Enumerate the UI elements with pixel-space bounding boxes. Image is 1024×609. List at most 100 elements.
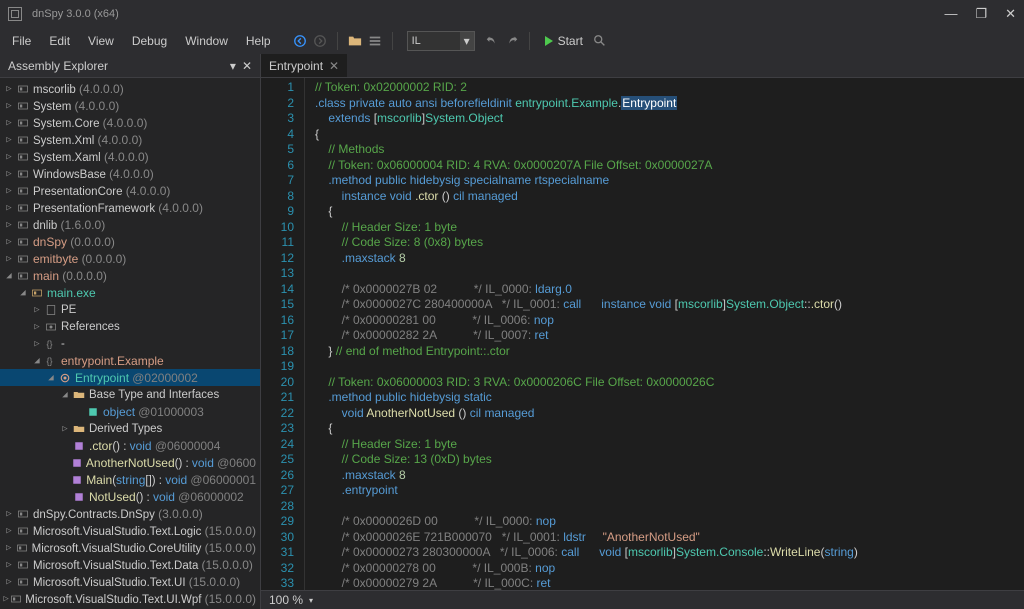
panel-dropdown-button[interactable]: ▾ (230, 59, 236, 73)
search-button[interactable] (591, 32, 609, 50)
tree-row[interactable]: ▷{}- (0, 335, 260, 352)
tree-expander[interactable]: ▷ (2, 577, 16, 587)
tree-label: Entrypoint @02000002 (75, 371, 198, 385)
tree-expander[interactable]: ▷ (2, 220, 16, 230)
tree-row[interactable]: .ctor() : void @06000004 (0, 437, 260, 454)
zoom-dropdown[interactable]: ▾ (309, 596, 313, 605)
tree-expander[interactable]: ▷ (2, 186, 16, 196)
tree-expander[interactable]: ▷ (58, 424, 72, 434)
editor-tab[interactable]: Entrypoint ✕ (261, 54, 348, 77)
tree-expander[interactable]: ▷ (30, 339, 44, 349)
tree-row[interactable]: ▷dnlib (1.6.0.0) (0, 216, 260, 233)
tree-row[interactable]: Main(string[]) : void @06000001 (0, 471, 260, 488)
tree-expander[interactable]: ▷ (2, 203, 16, 213)
tree-expander[interactable]: ▷ (2, 237, 16, 247)
tree-expander[interactable]: ▷ (2, 254, 16, 264)
tab-label: Entrypoint (269, 59, 323, 73)
tree-expander[interactable]: ◢ (2, 271, 16, 281)
asm-icon (16, 167, 30, 181)
asm-icon (16, 150, 30, 164)
tree-row[interactable]: ▷Microsoft.VisualStudio.Text.UI (15.0.0.… (0, 573, 260, 590)
language-combo[interactable]: ▾ (407, 31, 475, 51)
tree-label: PresentationCore (4.0.0.0) (33, 184, 170, 198)
tree-expander[interactable]: ▷ (2, 526, 16, 536)
tree-row[interactable]: ▷System.Xaml (4.0.0.0) (0, 148, 260, 165)
tree-expander[interactable]: ◢ (30, 356, 44, 366)
tree-label: - (61, 338, 65, 350)
titlebar: dnSpy 3.0.0 (x64) — ❐ ✕ (0, 0, 1024, 28)
menu-view[interactable]: View (80, 30, 122, 52)
tree-row[interactable]: ◢{}entrypoint.Example (0, 352, 260, 369)
language-input[interactable] (408, 32, 460, 50)
tree-row[interactable]: ▷References (0, 318, 260, 335)
tree-expander[interactable]: ▷ (30, 305, 44, 315)
menu-edit[interactable]: Edit (41, 30, 78, 52)
tree-row[interactable]: ▷Microsoft.VisualStudio.Text.Logic (15.0… (0, 522, 260, 539)
start-button[interactable]: Start (538, 32, 589, 50)
tree-expander[interactable]: ◢ (44, 373, 58, 383)
tree-row[interactable]: ▷System.Xml (4.0.0.0) (0, 131, 260, 148)
tree-expander[interactable]: ▷ (2, 543, 15, 553)
tree-row[interactable]: AnotherNotUsed() : void @0600 (0, 454, 260, 471)
minimize-button[interactable]: — (944, 6, 957, 22)
menu-help[interactable]: Help (238, 30, 279, 52)
close-button[interactable]: ✕ (1005, 6, 1016, 22)
nav-back-button[interactable] (291, 32, 309, 50)
undo-button[interactable] (483, 32, 501, 50)
tree-row[interactable]: ▷Microsoft.VisualStudio.Text.UI.Wpf (15.… (0, 590, 260, 607)
tree-expander[interactable]: ▷ (2, 509, 16, 519)
asm-icon (16, 116, 30, 130)
tree-expander[interactable]: ▷ (2, 594, 10, 604)
tree-row[interactable]: ▷dnSpy.Contracts.DnSpy (3.0.0.0) (0, 505, 260, 522)
tree-row[interactable]: ◢Base Type and Interfaces (0, 386, 260, 403)
tree-row[interactable]: ▷ PresentationCore (4.0.0.0) (0, 182, 260, 199)
tree-label: PresentationFramework (4.0.0.0) (33, 201, 203, 215)
tree-row[interactable]: ▷System.Core (4.0.0.0) (0, 114, 260, 131)
menu-debug[interactable]: Debug (124, 30, 175, 52)
code-content[interactable]: // Token: 0x02000002 RID: 2.class privat… (305, 78, 858, 590)
tab-close-button[interactable]: ✕ (329, 59, 339, 73)
tree-row[interactable]: ▷dnSpy (0.0.0.0) (0, 233, 260, 250)
tree-expander[interactable]: ▷ (2, 169, 16, 179)
asm-icon (16, 575, 30, 589)
svg-text:{}: {} (47, 339, 53, 349)
pe-icon (44, 303, 58, 317)
tree-expander[interactable]: ▷ (2, 84, 16, 94)
panel-close-button[interactable]: ✕ (242, 59, 252, 73)
redo-button[interactable] (503, 32, 521, 50)
maximize-button[interactable]: ❐ (975, 6, 987, 22)
tree-row[interactable]: ▷ PresentationFramework (4.0.0.0) (0, 199, 260, 216)
asm-icon (16, 184, 30, 198)
chevron-down-icon[interactable]: ▾ (460, 32, 474, 50)
tree-row[interactable]: object @01000003 (0, 403, 260, 420)
tree-expander[interactable]: ▷ (2, 118, 16, 128)
assembly-tree[interactable]: ▷mscorlib (4.0.0.0)▷System (4.0.0.0)▷Sys… (0, 78, 260, 609)
tree-expander[interactable]: ▷ (30, 322, 44, 332)
tree-row[interactable]: ▷WindowsBase (4.0.0.0) (0, 165, 260, 182)
tree-row[interactable]: ▷PE (0, 301, 260, 318)
tree-expander[interactable]: ◢ (58, 390, 72, 400)
tree-row[interactable]: ▷System (4.0.0.0) (0, 97, 260, 114)
tree-label: emitbyte (0.0.0.0) (33, 252, 126, 266)
tree-expander[interactable]: ▷ (2, 101, 16, 111)
tree-expander[interactable]: ◢ (16, 288, 30, 298)
tree-row[interactable]: ▷Microsoft.VisualStudio.CoreUtility (15.… (0, 539, 260, 556)
open-button[interactable] (346, 32, 364, 50)
tree-row[interactable]: ▷mscorlib (4.0.0.0) (0, 80, 260, 97)
nav-forward-button[interactable] (311, 32, 329, 50)
tree-expander[interactable]: ▷ (2, 152, 16, 162)
tree-row[interactable]: ▷ emitbyte (0.0.0.0) (0, 250, 260, 267)
tree-row[interactable]: NotUsed() : void @06000002 (0, 488, 260, 505)
tree-row[interactable]: ▷Derived Types (0, 420, 260, 437)
tree-row[interactable]: ▷Microsoft.VisualStudio.Text.Data (15.0.… (0, 556, 260, 573)
menu-window[interactable]: Window (177, 30, 236, 52)
tree-expander[interactable]: ▷ (2, 135, 16, 145)
tree-expander[interactable]: ▷ (2, 560, 16, 570)
menu-file[interactable]: File (4, 30, 39, 52)
open-list-button[interactable] (366, 32, 384, 50)
tree-row[interactable]: ◢ Entrypoint @02000002 (0, 369, 260, 386)
code-editor[interactable]: 1234567891011121314151617181920212223242… (261, 78, 1024, 590)
tree-row[interactable]: ◢main.exe (0, 284, 260, 301)
zoom-level[interactable]: 100 % (269, 593, 303, 607)
tree-row[interactable]: ◢main (0.0.0.0) (0, 267, 260, 284)
